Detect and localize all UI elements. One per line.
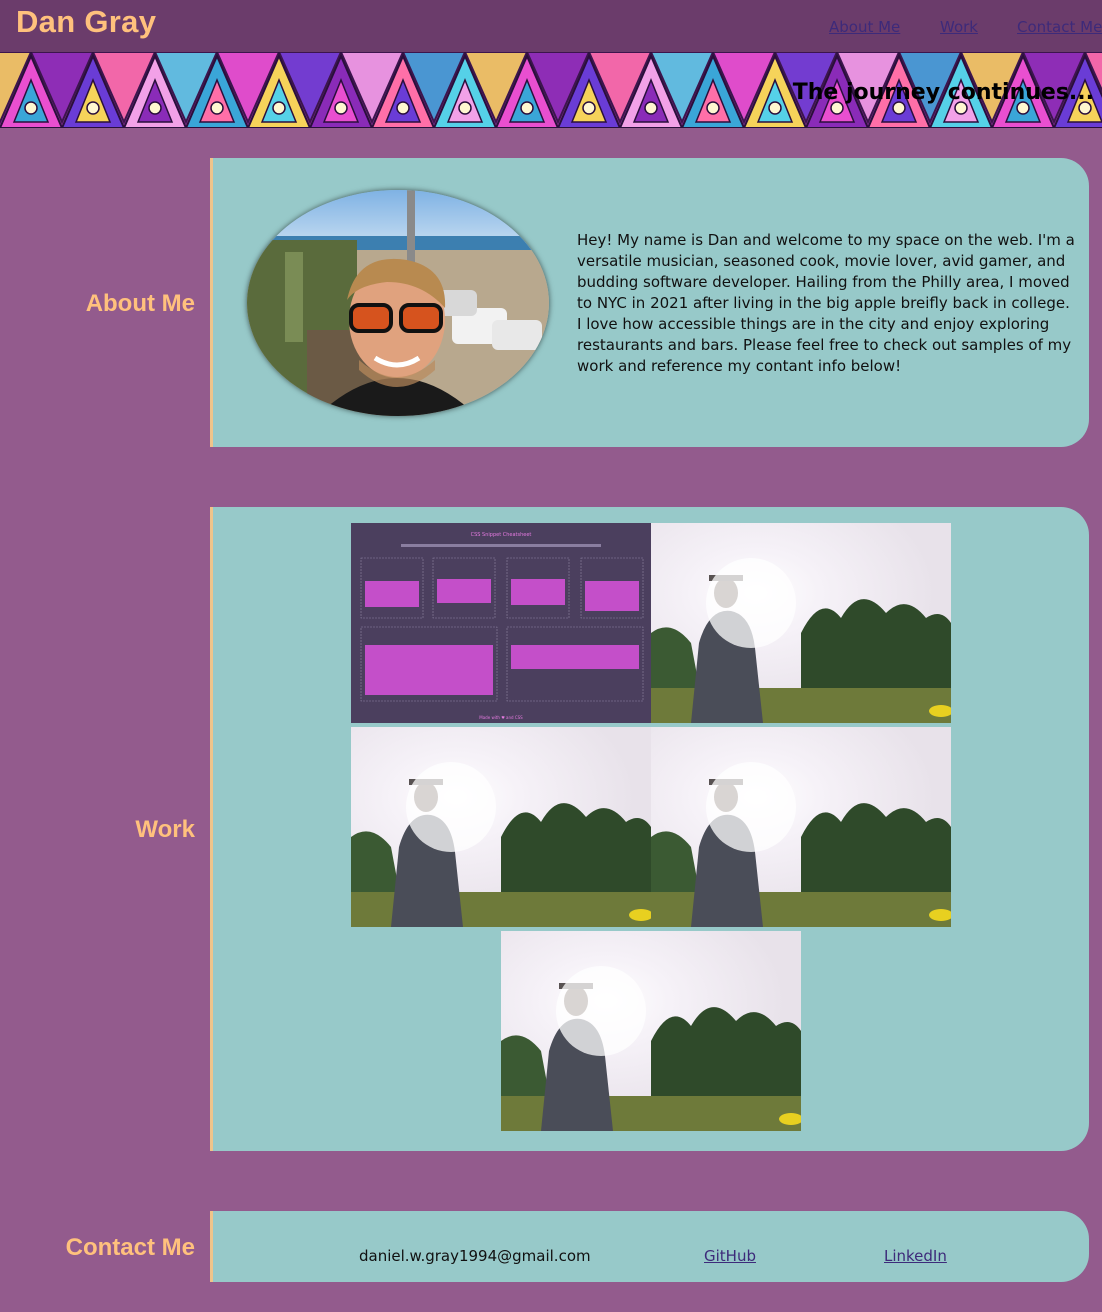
- site-header: Dan Gray About Me Work Contact Me: [0, 0, 1102, 52]
- work-panel: CSS Snippet Cheatsheet Made with ♥ and C…: [210, 507, 1089, 1151]
- work-heading: Work: [135, 816, 195, 843]
- cheatsheet-footer: Made with ♥ and CSS: [479, 715, 523, 720]
- project-photo-2[interactable]: [651, 523, 951, 723]
- linkedin-link[interactable]: LinkedIn: [884, 1247, 947, 1265]
- project-photo-4[interactable]: [651, 727, 951, 927]
- project-css-cheatsheet[interactable]: CSS Snippet Cheatsheet Made with ♥ and C…: [351, 523, 651, 723]
- contact-panel: daniel.w.gray1994@gmail.com GitHub Linke…: [210, 1211, 1089, 1282]
- nav-about-me[interactable]: About Me: [829, 18, 900, 36]
- about-panel: Hey! My name is Dan and welcome to my sp…: [210, 158, 1089, 447]
- github-link[interactable]: GitHub: [704, 1247, 756, 1265]
- hero-banner: The journey continues...: [0, 52, 1102, 128]
- banner-tagline: The journey continues...: [792, 80, 1094, 105]
- about-description: Hey! My name is Dan and welcome to my sp…: [577, 231, 1075, 375]
- site-title: Dan Gray: [16, 4, 157, 39]
- nav-contact-me[interactable]: Contact Me: [1017, 18, 1102, 36]
- cheatsheet-title: CSS Snippet Cheatsheet: [471, 532, 532, 538]
- project-photo-3[interactable]: [351, 727, 651, 927]
- contact-heading: Contact Me: [65, 1234, 195, 1261]
- profile-photo: [247, 190, 549, 416]
- project-photo-5[interactable]: [501, 931, 801, 1131]
- nav-work[interactable]: Work: [940, 18, 978, 36]
- contact-email: daniel.w.gray1994@gmail.com: [359, 1247, 591, 1265]
- about-heading: About Me: [85, 290, 195, 317]
